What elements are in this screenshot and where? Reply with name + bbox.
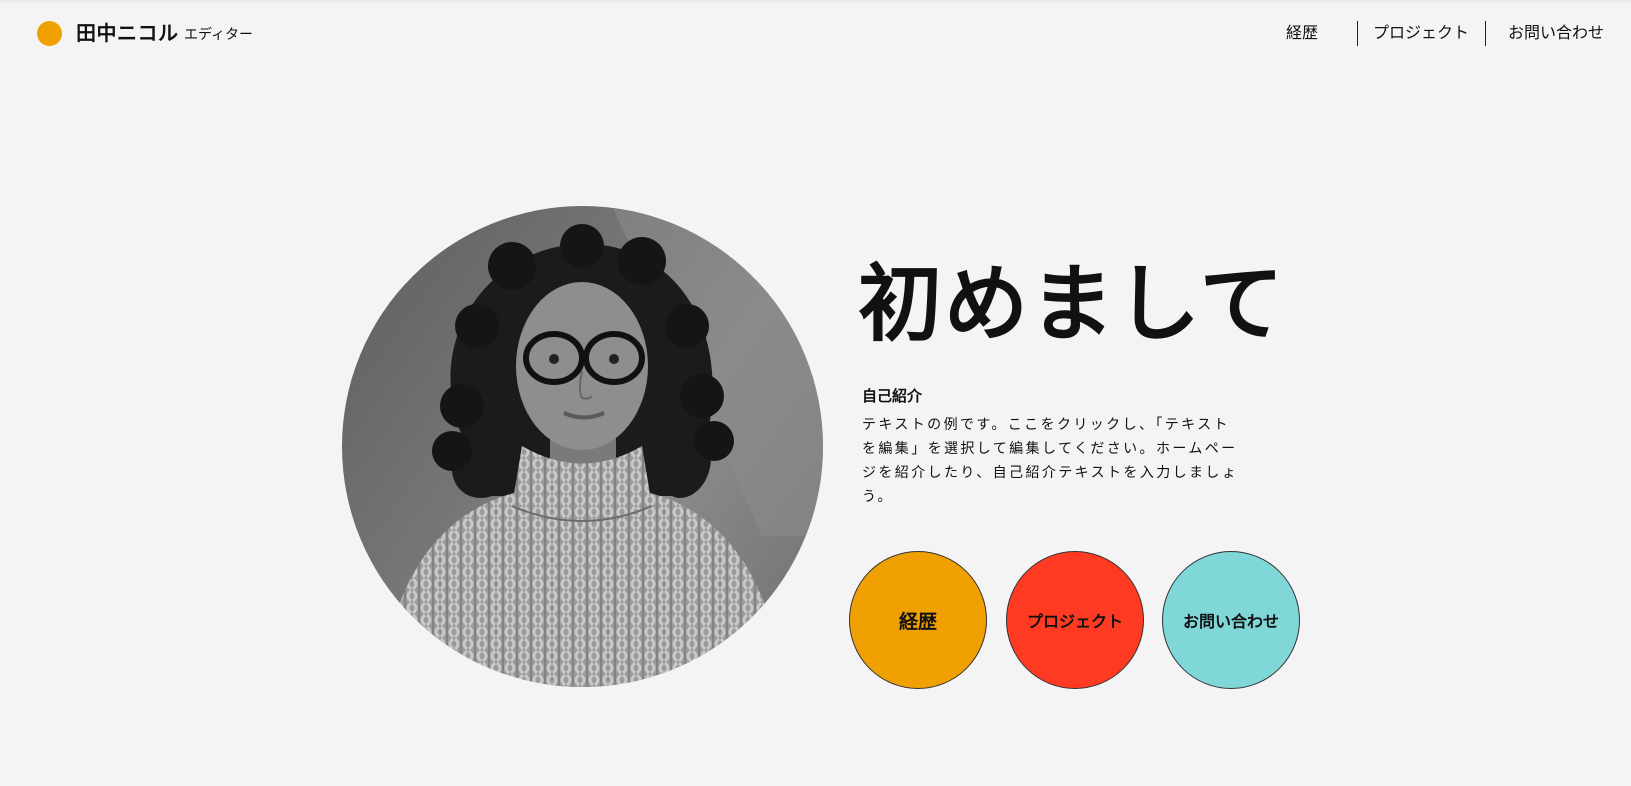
brand-logo-dot xyxy=(37,21,62,46)
about-body-text: テキストの例です。ここをクリックし、「テキストを編集」を選択して編集してください… xyxy=(862,417,1239,505)
nav-link-contact[interactable]: お問い合わせ xyxy=(1486,20,1626,46)
contact-circle-button[interactable]: お問い合わせ xyxy=(1162,551,1300,689)
site-owner-name[interactable]: 田中ニコル xyxy=(76,19,179,47)
nav-link-career[interactable]: 経歴 xyxy=(1252,20,1352,46)
site-owner-role: エディター xyxy=(184,27,254,43)
about-heading: 自己紹介 xyxy=(862,387,923,405)
profile-portrait xyxy=(342,206,823,687)
career-circle-button[interactable]: 経歴 xyxy=(849,551,987,689)
top-shadow xyxy=(0,0,1631,4)
projects-circle-button[interactable]: プロジェクト xyxy=(1006,551,1144,689)
nav-link-projects[interactable]: プロジェクト xyxy=(1358,20,1484,46)
portrait-illustration xyxy=(382,206,823,687)
hero-title: 初めまして xyxy=(858,255,1286,353)
